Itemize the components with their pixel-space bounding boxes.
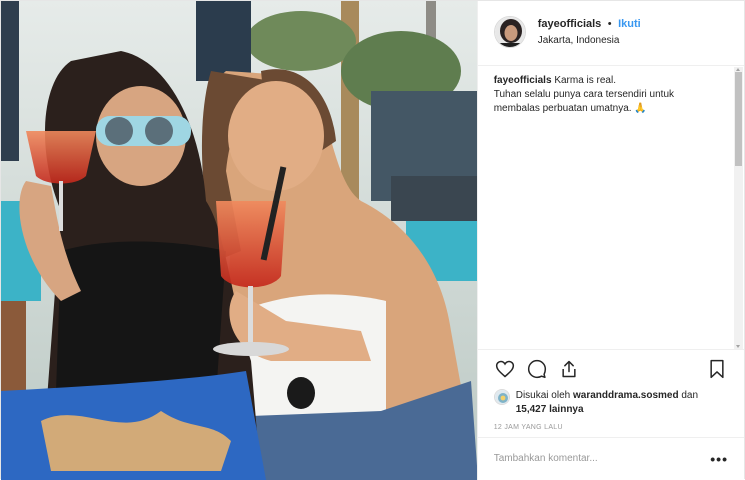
scroll-up-arrow[interactable] bbox=[736, 68, 740, 71]
comments-scrollbar[interactable] bbox=[734, 67, 743, 349]
likes-count[interactable]: 15,427 bbox=[516, 404, 547, 415]
likes-summary: Disukai oleh waranddrama.sosmed dan 15,4… bbox=[493, 389, 728, 417]
post-actions-section: Disukai oleh waranddrama.sosmed dan 15,4… bbox=[477, 349, 744, 431]
likes-text: Disukai oleh waranddrama.sosmed dan 15,4… bbox=[516, 389, 698, 417]
scrollbar-thumb[interactable] bbox=[735, 72, 742, 166]
save-button[interactable] bbox=[706, 358, 728, 380]
author-username[interactable]: fayeofficials bbox=[538, 18, 602, 30]
comment-icon bbox=[527, 359, 546, 379]
liked-by-and: dan bbox=[678, 390, 699, 401]
bookmark-icon bbox=[710, 359, 724, 379]
action-bar bbox=[494, 357, 728, 381]
liker-avatar-image bbox=[494, 390, 509, 404]
post-timestamp[interactable]: 12 JAM YANG LALU bbox=[494, 424, 728, 431]
header-text: fayeofficials • Ikuti Jakarta, Indonesia bbox=[538, 15, 641, 48]
more-options-button[interactable]: ••• bbox=[710, 452, 728, 466]
share-icon bbox=[562, 360, 576, 378]
author-avatar[interactable] bbox=[493, 16, 526, 48]
heart-icon bbox=[495, 360, 514, 378]
caption-username[interactable]: fayeofficials bbox=[494, 75, 552, 86]
scroll-down-arrow[interactable] bbox=[736, 345, 740, 348]
avatar-image bbox=[494, 17, 525, 47]
liked-by-user[interactable]: waranddrama.sosmed bbox=[573, 390, 679, 401]
like-button[interactable] bbox=[494, 358, 516, 380]
post-location[interactable]: Jakarta, Indonesia bbox=[538, 33, 641, 48]
post-sidebar: fayeofficials • Ikuti Jakarta, Indonesia… bbox=[476, 1, 744, 480]
post-photo[interactable] bbox=[1, 1, 477, 480]
add-comment-bar: ••• bbox=[477, 437, 744, 479]
likes-suffix[interactable]: lainnya bbox=[546, 404, 583, 415]
share-button[interactable] bbox=[558, 358, 580, 380]
liker-avatar[interactable] bbox=[493, 389, 510, 405]
post-header: fayeofficials • Ikuti Jakarta, Indonesia bbox=[477, 1, 744, 66]
comment-input[interactable] bbox=[493, 453, 711, 464]
photo-image bbox=[1, 1, 477, 480]
instagram-post: fayeofficials • Ikuti Jakarta, Indonesia… bbox=[0, 0, 745, 480]
follow-button[interactable]: Ikuti bbox=[618, 18, 641, 30]
liked-by-prefix: Disukai oleh bbox=[515, 390, 573, 401]
header-separator: • bbox=[607, 18, 612, 30]
caption: fayeofficials Karma is real. Tuhan selal… bbox=[494, 74, 718, 116]
comment-button[interactable] bbox=[526, 358, 548, 380]
comments-area: fayeofficials Karma is real. Tuhan selal… bbox=[478, 67, 734, 343]
